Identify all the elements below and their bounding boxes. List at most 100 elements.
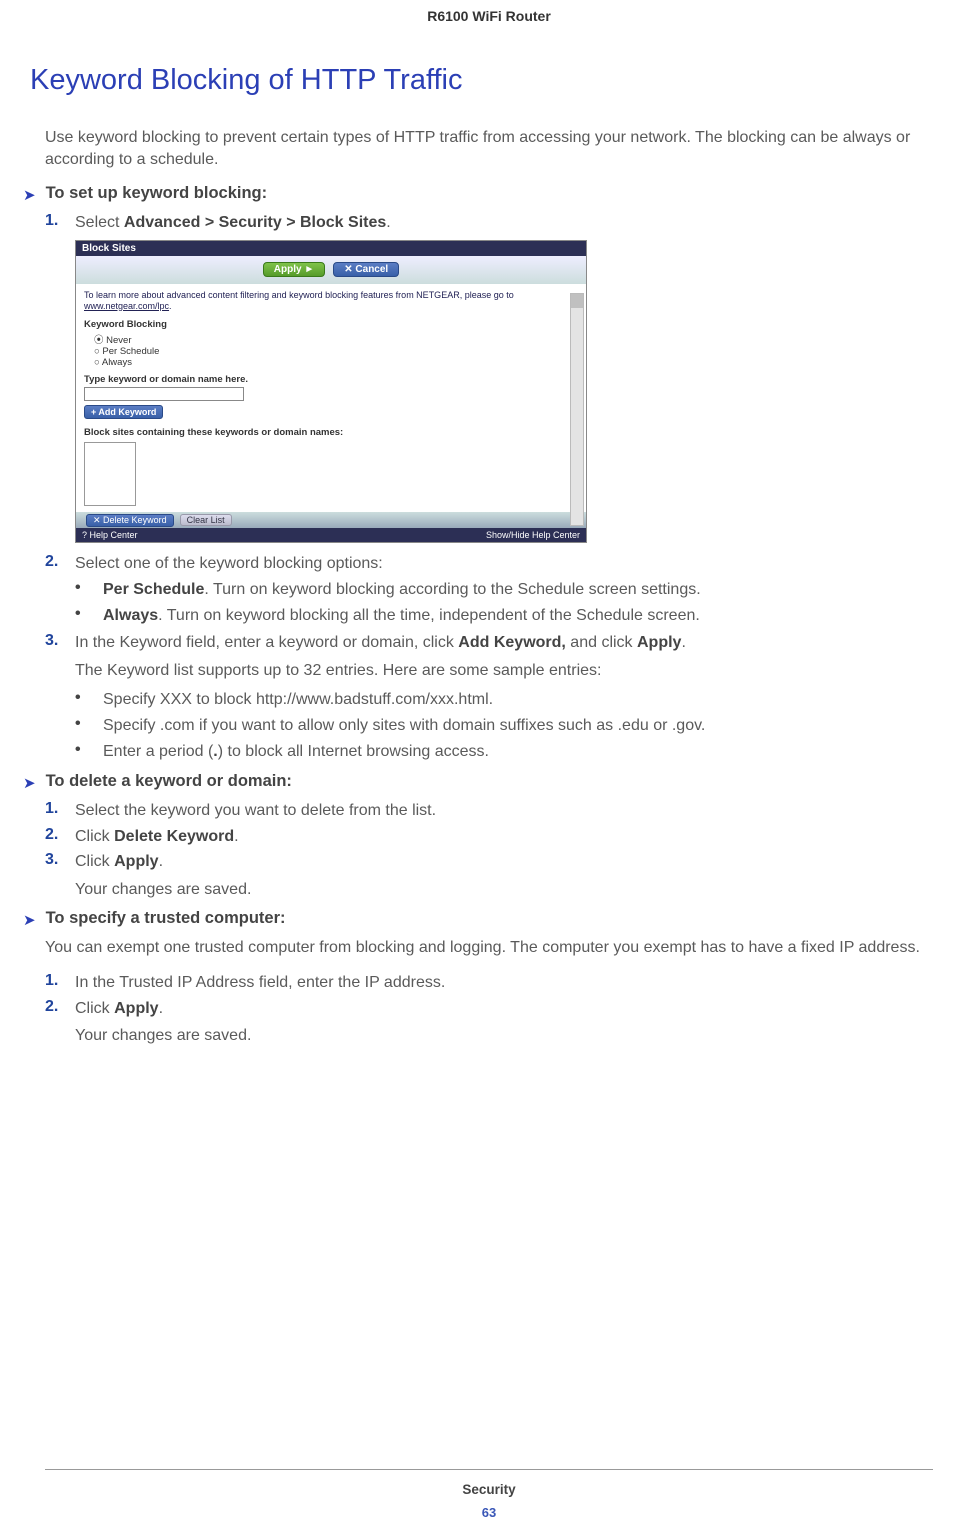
radio-label: Always (102, 357, 132, 368)
step-row: 1. Select Advanced > Security > Block Si… (45, 212, 933, 234)
step-text: Click Apply. (75, 851, 933, 873)
procedure-heading: ➤ To delete a keyword or domain: (23, 772, 933, 792)
step-number: 3. (45, 632, 75, 650)
bold-text: Apply (114, 853, 158, 870)
bullet-icon: • (75, 715, 103, 733)
radio-label: Never (106, 335, 131, 346)
action-row: ✕ Delete Keyword Clear List (76, 512, 586, 528)
procedure-heading: ➤ To specify a trusted computer: (23, 909, 933, 929)
bullet-text: Specify .com if you want to allow only s… (103, 715, 705, 737)
step-row: 2. Select one of the keyword blocking op… (45, 553, 933, 575)
step-text: Click Apply. (75, 998, 933, 1020)
step-number: 3. (45, 851, 75, 869)
text: Select (75, 214, 124, 231)
procedure-heading: ➤ To set up keyword blocking: (23, 184, 933, 204)
keyword-listbox[interactable] (84, 442, 136, 506)
bold-text: Apply (114, 1000, 158, 1017)
info-text: To learn more about advanced content fil… (84, 290, 578, 312)
type-keyword-label: Type keyword or domain name here. (84, 374, 578, 385)
bullet-row: • Specify .com if you want to allow only… (45, 715, 933, 737)
bold-text: Apply (637, 634, 681, 651)
page-footer: Security 63 (45, 1469, 933, 1520)
bold-text: Add Keyword, (458, 634, 566, 651)
delete-keyword-button[interactable]: ✕ Delete Keyword (86, 514, 174, 527)
step-number: 2. (45, 998, 75, 1016)
add-keyword-button[interactable]: + Add Keyword (84, 405, 163, 419)
bullet-icon: • (75, 579, 103, 597)
bullet-icon: • (75, 605, 103, 623)
text: . (159, 1000, 163, 1017)
text: . (681, 634, 685, 651)
intro-paragraph: Use keyword blocking to prevent certain … (45, 127, 933, 170)
option-label: Per Schedule (103, 581, 204, 598)
radio-never[interactable]: ⦿ Never (84, 332, 578, 346)
embedded-screenshot: Block Sites Apply ► ✕ Cancel To learn mo… (75, 240, 587, 544)
scrollbar[interactable] (570, 293, 584, 527)
bullet-row: • Per Schedule. Turn on keyword blocking… (45, 579, 933, 601)
bullet-text: Specify XXX to block http://www.badstuff… (103, 689, 493, 711)
bullet-text: Always. Turn on keyword blocking all the… (103, 605, 700, 627)
text: . (234, 828, 238, 845)
radio-per-schedule[interactable]: ○ Per Schedule (84, 346, 578, 357)
help-bar: ? Help Center Show/Hide Help Center (76, 528, 586, 542)
toggle-help-link[interactable]: Show/Hide Help Center (486, 530, 580, 540)
procedure-title: To specify a trusted computer: (46, 909, 286, 928)
step-number: 1. (45, 972, 75, 990)
step-text: Select the keyword you want to delete fr… (75, 800, 933, 822)
option-label: Always (103, 607, 158, 624)
footer-section: Security (45, 1482, 933, 1497)
info-link[interactable]: www.netgear.com/lpc (84, 301, 169, 311)
text: In the Keyword field, enter a keyword or… (75, 634, 458, 651)
clear-list-button[interactable]: Clear List (180, 514, 232, 526)
bullet-text: Per Schedule. Turn on keyword blocking a… (103, 579, 701, 601)
step-number: 1. (45, 212, 75, 230)
step-text: In the Keyword field, enter a keyword or… (75, 632, 933, 654)
step-row: 3. Click Apply. (45, 851, 933, 873)
step-number: 2. (45, 826, 75, 844)
step-text: Select Advanced > Security > Block Sites… (75, 212, 933, 234)
page-title: Keyword Blocking of HTTP Traffic (30, 64, 933, 97)
step-subtext: Your changes are saved. (45, 1025, 933, 1047)
page-header: R6100 WiFi Router (45, 0, 933, 64)
keyword-input[interactable] (84, 387, 244, 401)
text: To learn more about advanced content fil… (84, 290, 514, 300)
cancel-button[interactable]: ✕ Cancel (333, 262, 399, 277)
radio-always[interactable]: ○ Always (84, 357, 578, 368)
step-row: 1. Select the keyword you want to delete… (45, 800, 933, 822)
procedure-intro: You can exempt one trusted computer from… (45, 937, 933, 959)
step-row: 2. Click Apply. (45, 998, 933, 1020)
window-titlebar: Block Sites (76, 241, 586, 256)
bullet-text: Enter a period (.) to block all Internet… (103, 741, 489, 763)
step-number: 1. (45, 800, 75, 818)
text: . (386, 214, 390, 231)
footer-page-number: 63 (45, 1505, 933, 1520)
help-center-link[interactable]: ? Help Center (82, 530, 138, 540)
step-row: 3. In the Keyword field, enter a keyword… (45, 632, 933, 654)
procedure-title: To delete a keyword or domain: (46, 772, 292, 791)
bullet-row: • Specify XXX to block http://www.badstu… (45, 689, 933, 711)
radio-label: Per Schedule (102, 346, 159, 357)
step-row: 2. Click Delete Keyword. (45, 826, 933, 848)
step-text: In the Trusted IP Address field, enter t… (75, 972, 933, 994)
bullet-row: • Always. Turn on keyword blocking all t… (45, 605, 933, 627)
step-subtext: Your changes are saved. (45, 879, 933, 901)
step-number: 2. (45, 553, 75, 571)
text: and click (566, 634, 637, 651)
bullet-row: • Enter a period (.) to block all Intern… (45, 741, 933, 763)
bullet-icon: • (75, 689, 103, 707)
procedure-title: To set up keyword blocking: (46, 184, 268, 203)
text: Click (75, 1000, 114, 1017)
step-row: 1. In the Trusted IP Address field, ente… (45, 972, 933, 994)
text: . Turn on keyword blocking all the time,… (158, 607, 700, 624)
toolbar: Apply ► ✕ Cancel (76, 256, 586, 284)
text: ) to block all Internet browsing access. (218, 743, 489, 760)
step-subtext: The Keyword list supports up to 32 entri… (45, 660, 933, 682)
text: Enter a period ( (103, 743, 213, 760)
chevron-right-icon: ➤ (23, 774, 36, 792)
text: . Turn on keyword blocking according to … (204, 581, 700, 598)
scrollbar-thumb[interactable] (571, 294, 583, 308)
apply-button[interactable]: Apply ► (263, 262, 325, 277)
step-text: Select one of the keyword blocking optio… (75, 553, 933, 575)
keyword-blocking-label: Keyword Blocking (84, 319, 578, 330)
nav-path-text: Advanced > Security > Block Sites (124, 214, 386, 231)
